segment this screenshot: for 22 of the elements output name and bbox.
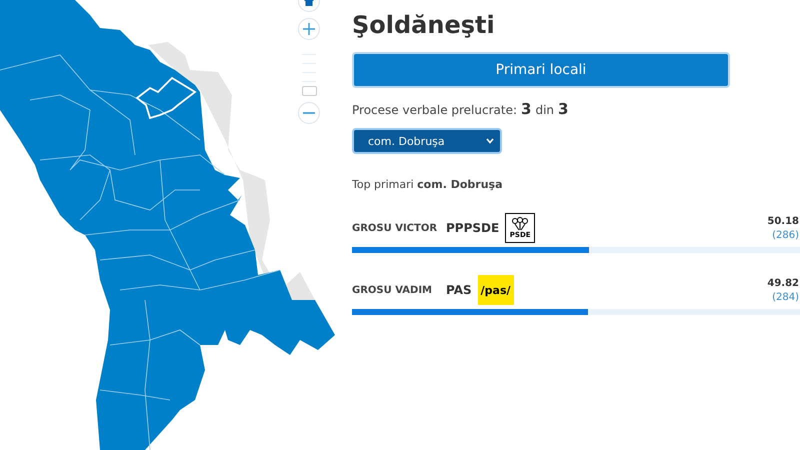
- page-title: Şoldăneşti: [352, 10, 496, 40]
- processed-total: 3: [558, 100, 568, 118]
- candidate-name: GROSU VICTOR: [352, 222, 438, 234]
- plus-icon: [303, 23, 315, 35]
- top-heading: Top primari com. Dobruşa: [352, 178, 504, 191]
- party-name: PAS: [446, 283, 472, 297]
- processed-separator: din: [535, 103, 554, 117]
- processed-label: Procese verbale prelucrate:: [352, 103, 518, 117]
- zoom-in-button[interactable]: [298, 18, 320, 40]
- vote-percent: 49.82: [767, 278, 799, 288]
- chevron-down-icon: [486, 138, 494, 144]
- primari-locali-button[interactable]: Primari locali: [352, 52, 730, 88]
- locality-select[interactable]: com. Dobruşa: [352, 128, 502, 154]
- vote-count: (284): [772, 292, 799, 302]
- candidate-name: GROSU VADIM: [352, 284, 433, 296]
- zoom-slider-handle[interactable]: [302, 86, 316, 96]
- vote-percent: 50.18: [767, 216, 799, 226]
- party-logo: /pas/: [478, 275, 514, 305]
- processed-count: 3: [521, 100, 532, 118]
- vote-count: (286): [772, 230, 799, 240]
- party-name: PPPSDE: [446, 221, 500, 235]
- zoom-out-button[interactable]: [298, 102, 320, 124]
